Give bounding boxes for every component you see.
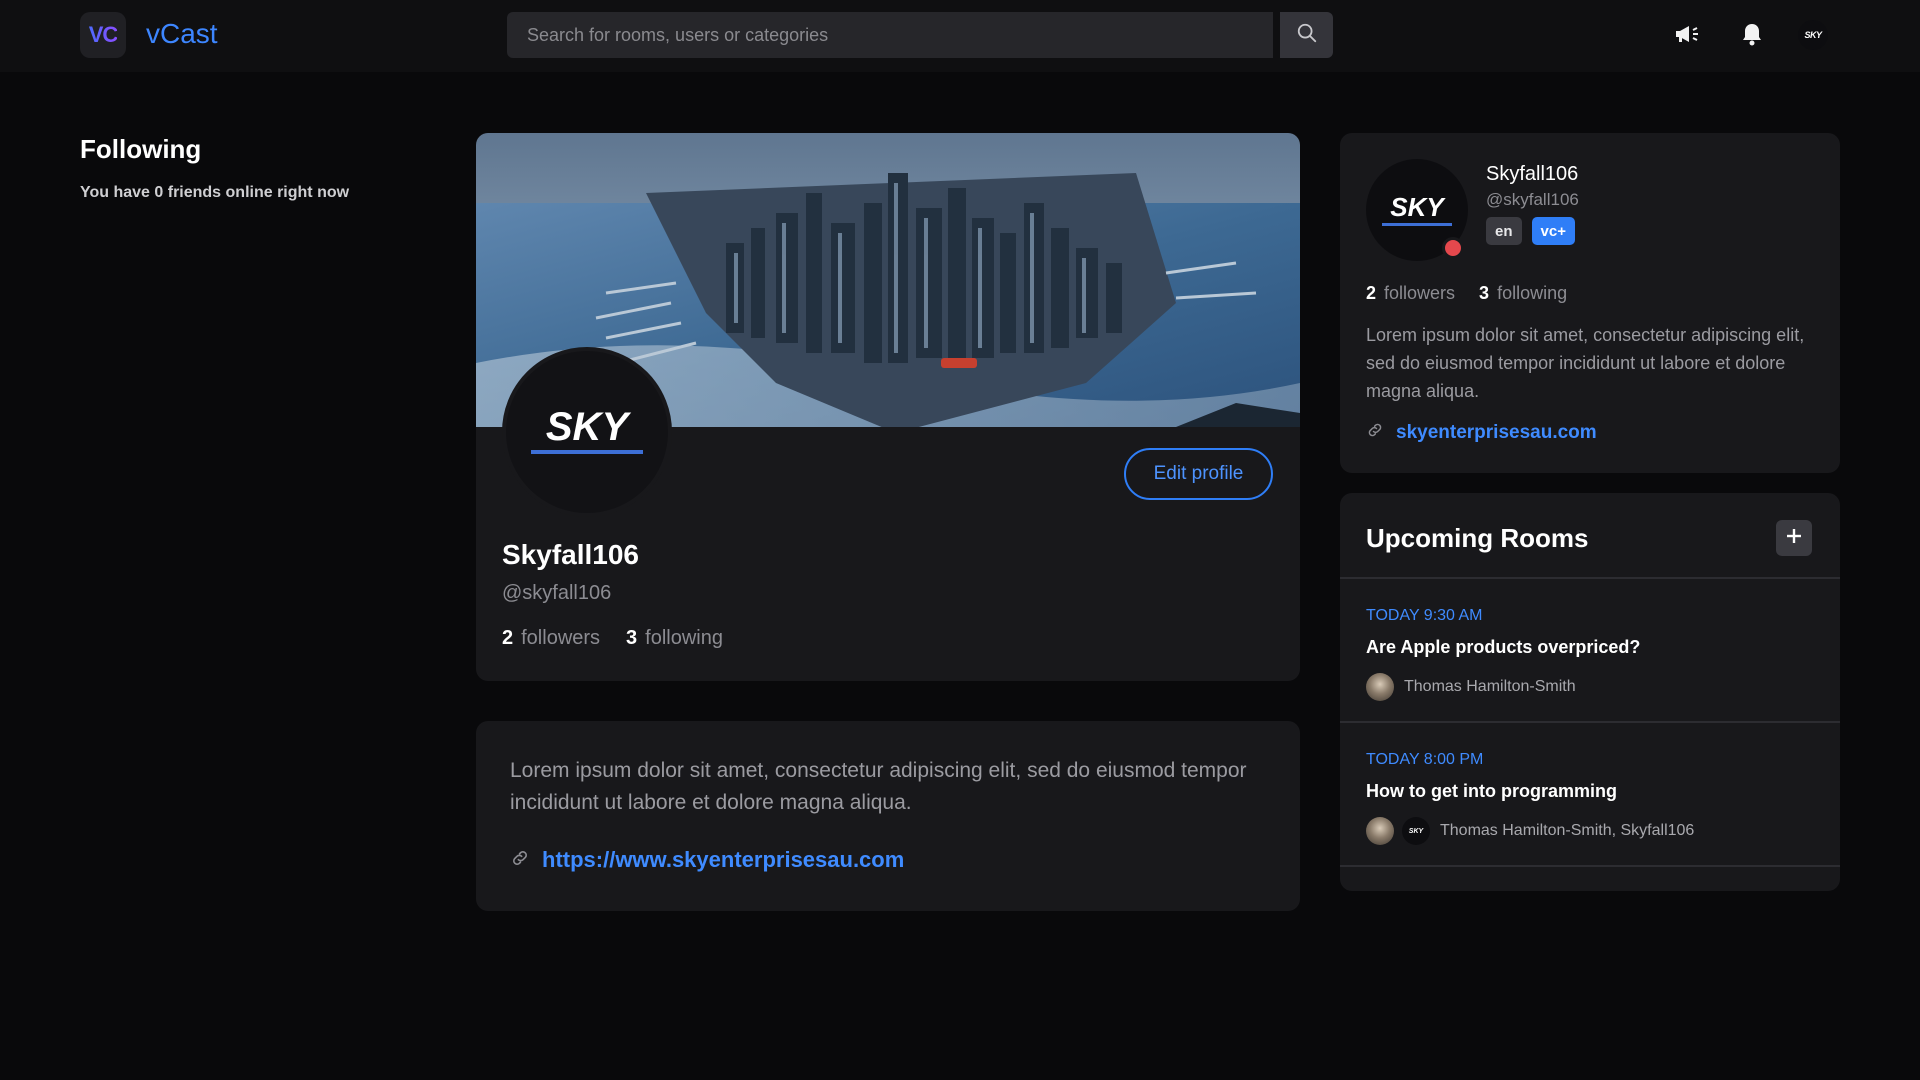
room-host-names: Thomas Hamilton-Smith, Skyfall106 [1440, 822, 1695, 839]
summary-website-link[interactable]: skyenterprisesau.com [1396, 422, 1597, 444]
host-avatar-logo: SKY [1408, 827, 1424, 835]
search-input[interactable] [507, 12, 1273, 58]
host-avatar [1366, 817, 1394, 845]
bio-text: Lorem ipsum dolor sit amet, consectetur … [510, 759, 1247, 814]
svg-text:SKY: SKY [546, 405, 632, 449]
plus-icon [1785, 527, 1803, 550]
link-icon [1366, 421, 1384, 444]
svg-text:SKY: SKY [1390, 192, 1446, 222]
following-title: Following [80, 134, 202, 164]
app-logo[interactable]: VC [80, 12, 126, 58]
room-title: How to get into programming [1366, 781, 1617, 801]
search-bar [507, 12, 1273, 58]
profile-avatar[interactable]: SKY [502, 347, 672, 517]
room-hosts: SKY Thomas Hamilton-Smith, Skyfall106 [1366, 817, 1694, 845]
profile-stats: 2 followers 3 following [502, 627, 723, 650]
top-bar: VC vCast SKY [0, 0, 1920, 72]
following-stat[interactable]: 3 following [626, 627, 723, 650]
profile-handle: @skyfall106 [502, 582, 612, 604]
summary-bio: Lorem ipsum dolor sit amet, consectetur … [1366, 325, 1805, 401]
summary-followers-count: 2 [1366, 283, 1377, 303]
summary-name: Skyfall106 [1486, 163, 1579, 185]
room-host-names: Thomas Hamilton-Smith [1404, 678, 1576, 695]
room-item[interactable]: TODAY 8:00 PM How to get into programmin… [1340, 723, 1840, 865]
edit-profile-button[interactable]: Edit profile [1124, 448, 1273, 500]
following-count: 3 [626, 627, 638, 649]
followers-count: 2 [502, 627, 514, 649]
language-badge: en [1486, 217, 1522, 245]
upcoming-rooms-title: Upcoming Rooms [1366, 523, 1589, 553]
user-menu-avatar[interactable]: SKY [1798, 20, 1828, 50]
summary-following-count: 3 [1479, 283, 1490, 303]
followers-stat[interactable]: 2 followers [502, 627, 600, 650]
notifications-button[interactable] [1738, 22, 1766, 50]
summary-handle: @skyfall106 [1486, 190, 1579, 209]
bio-card: Lorem ipsum dolor sit amet, consectetur … [476, 721, 1300, 911]
room-title: Are Apple products overpriced? [1366, 637, 1641, 657]
status-indicator [1442, 237, 1464, 259]
room-time: TODAY 9:30 AM [1366, 607, 1483, 624]
app-name[interactable]: vCast [146, 18, 218, 50]
summary-link-row: skyenterprisesau.com [1366, 421, 1597, 444]
summary-stats: 2 followers 3 following [1366, 283, 1567, 304]
bio-link-row: https://www.skyenterprisesau.com [510, 847, 904, 873]
summary-following-label: following [1497, 283, 1568, 303]
megaphone-icon [1674, 23, 1700, 50]
bell-icon [1741, 22, 1763, 51]
room-item[interactable]: TODAY 9:30 AM Are Apple products overpri… [1340, 579, 1840, 721]
sky-logo: SKY [1382, 192, 1452, 226]
summary-followers-label: followers [1384, 283, 1456, 303]
profile-card: SKY Edit profile Skyfall106 @skyfall106 … [476, 133, 1300, 681]
sky-logo: SKY [531, 405, 643, 454]
search-button[interactable] [1280, 12, 1333, 58]
app-logo-text: VC [88, 22, 119, 47]
link-icon [510, 848, 530, 873]
host-avatar: SKY [1402, 817, 1430, 845]
followers-label: followers [521, 627, 601, 649]
friends-online-text: You have 0 friends online right now [80, 184, 350, 201]
summary-followers-stat[interactable]: 2 followers [1366, 283, 1455, 304]
host-avatar [1366, 673, 1394, 701]
room-time: TODAY 8:00 PM [1366, 751, 1484, 768]
announcements-button[interactable] [1673, 22, 1701, 50]
website-link[interactable]: https://www.skyenterprisesau.com [542, 847, 904, 873]
add-room-button[interactable] [1776, 520, 1812, 556]
vc-plus-badge: vc+ [1531, 217, 1575, 245]
summary-following-stat[interactable]: 3 following [1479, 283, 1567, 304]
divider [1340, 865, 1840, 867]
user-avatar-logo: SKY [1804, 30, 1822, 40]
profile-summary-card: SKY Skyfall106 @skyfall106 en vc+ 2 follo… [1340, 133, 1840, 473]
summary-tags: en vc+ [1486, 217, 1575, 245]
room-hosts: Thomas Hamilton-Smith [1366, 673, 1576, 701]
profile-name: Skyfall106 [502, 539, 639, 570]
search-icon [1296, 22, 1318, 49]
following-label: following [645, 627, 723, 649]
upcoming-rooms-card: Upcoming Rooms TODAY 9:30 AM Are Apple p… [1340, 493, 1840, 891]
